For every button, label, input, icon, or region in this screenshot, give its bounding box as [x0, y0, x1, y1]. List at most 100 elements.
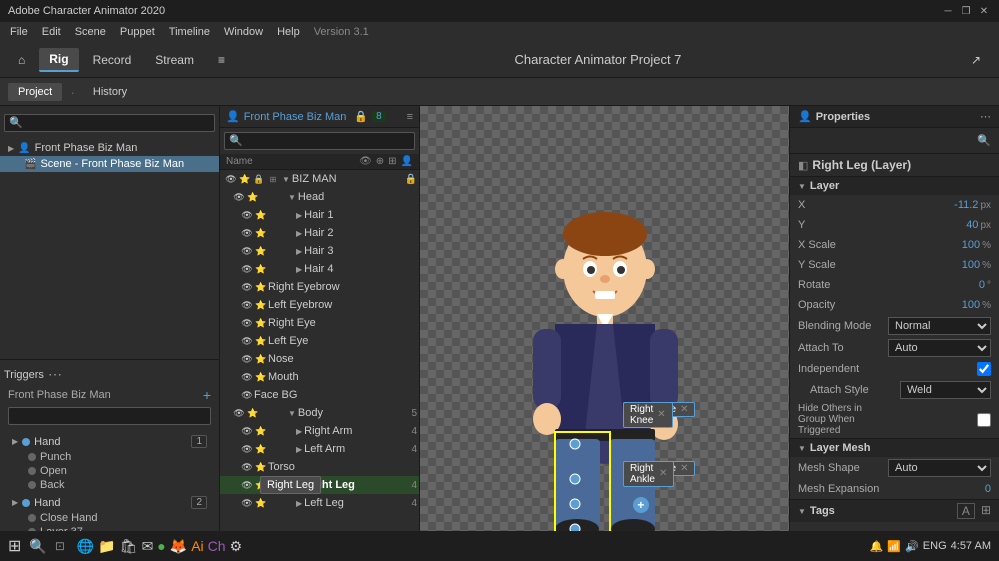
restore-button[interactable]: ❐: [959, 4, 973, 18]
toolbar-menu[interactable]: ≡: [208, 49, 235, 71]
badge-right-knee-close[interactable]: ✕: [657, 409, 665, 420]
taskbar-firefox[interactable]: 🦊: [170, 538, 187, 555]
layers-icon-person[interactable]: 👤: [401, 156, 413, 167]
trigger-group-hand2-header[interactable]: ▶ Hand 2: [8, 494, 211, 511]
rig-tab[interactable]: Rig: [39, 48, 78, 72]
layer-section-header[interactable]: ▼ Layer: [790, 177, 999, 195]
eye-head[interactable]: 👁: [232, 190, 246, 204]
puppet-name[interactable]: Front Phase Biz Man: [244, 111, 347, 123]
triggers-header[interactable]: Triggers ⋯: [4, 364, 215, 385]
layer-right-leg[interactable]: 👁 ⭐ 🔒 ▶ Right Leg 4 Right Leg: [220, 476, 419, 494]
tags-icon-face[interactable]: ⊞: [981, 503, 991, 519]
taskbar-store[interactable]: 🛍: [120, 538, 138, 555]
value-mesh-expansion[interactable]: 0: [888, 483, 991, 495]
eye-hair1[interactable]: 👁: [240, 208, 254, 222]
eye-hair4[interactable]: 👁: [240, 262, 254, 276]
trigger-open[interactable]: Open: [8, 464, 211, 478]
layer-hair2[interactable]: 👁 ⭐ ▶ Hair 2: [220, 224, 419, 242]
menu-help[interactable]: Help: [271, 24, 306, 40]
layer-right-eyebrow[interactable]: 👁 ⭐ Right Eyebrow: [220, 278, 419, 296]
home-button[interactable]: ⌂: [8, 49, 35, 71]
tags-icon-a[interactable]: A: [957, 503, 975, 519]
taskbar-edge[interactable]: 🌐: [77, 538, 94, 555]
arrow-body[interactable]: ▼: [288, 409, 296, 418]
taskbar-search[interactable]: 🔍: [29, 538, 46, 555]
minimize-button[interactable]: ─: [941, 4, 955, 18]
taskbar-chrome[interactable]: ●: [157, 538, 165, 554]
tab-project[interactable]: Project: [8, 83, 62, 101]
layers-search-input[interactable]: [224, 132, 415, 150]
tray-notifications[interactable]: 🔔: [870, 540, 884, 553]
puppet-menu-icon[interactable]: ≡: [407, 111, 413, 123]
layer-mouth[interactable]: 👁 ⭐ Mouth: [220, 368, 419, 386]
taskbar-settings[interactable]: ⚙: [230, 538, 243, 555]
tags-section-header[interactable]: ▼ Tags A ⊞: [790, 500, 999, 522]
trigger-punch[interactable]: Punch: [8, 450, 211, 464]
attach-style-dropdown[interactable]: Weld: [900, 381, 991, 399]
eye-biz[interactable]: 👁: [224, 172, 238, 186]
mesh-biz[interactable]: ⊞: [266, 172, 280, 186]
layer-search-icon[interactable]: 🔍: [977, 134, 991, 147]
eye-nose[interactable]: 👁: [240, 352, 254, 366]
value-rotate[interactable]: 0: [888, 279, 985, 291]
triggers-search-input[interactable]: [8, 407, 211, 425]
trigger-back[interactable]: Back: [8, 478, 211, 492]
canvas-area[interactable]: Draggable ✕ Right Knee ✕ Draggable ✕ Rig…: [420, 106, 789, 561]
layer-hair3[interactable]: 👁 ⭐ ▶ Hair 3: [220, 242, 419, 260]
eye-right-arm[interactable]: 👁: [240, 424, 254, 438]
taskbar-mail[interactable]: ✉: [142, 538, 154, 555]
value-y[interactable]: 40: [888, 219, 978, 231]
eye-right-eye[interactable]: 👁: [240, 316, 254, 330]
badge-right-ankle[interactable]: Right Ankle ✕: [623, 461, 674, 487]
tab-history[interactable]: History: [83, 83, 137, 101]
project-search-input[interactable]: [4, 114, 215, 132]
layer-hair1[interactable]: 👁 ⭐ ▶ Hair 1: [220, 206, 419, 224]
mesh-shape-dropdown[interactable]: Auto: [888, 459, 991, 477]
trigger-group-hand1-header[interactable]: ▶ Hand 1: [8, 433, 211, 450]
taskbar-start[interactable]: ⊞: [8, 536, 21, 556]
attach-to-dropdown[interactable]: Auto: [888, 339, 991, 357]
arrow-head[interactable]: ▼: [288, 193, 296, 202]
layer-left-eye[interactable]: 👁 ⭐ Left Eye: [220, 332, 419, 350]
layer-mesh-header[interactable]: ▼ Layer Mesh: [790, 439, 999, 457]
props-menu-button[interactable]: ⋯: [980, 110, 991, 123]
layers-icon-grid[interactable]: ⊞: [388, 156, 396, 167]
eye-left-eyebrow[interactable]: 👁: [240, 298, 254, 312]
eye-body[interactable]: 👁: [232, 406, 246, 420]
layer-left-leg[interactable]: 👁 ⭐ ▶ Left Leg 4: [220, 494, 419, 512]
tray-volume[interactable]: 🔊: [905, 540, 919, 553]
badge-draggable-2-close[interactable]: ✕: [680, 463, 688, 474]
layer-body[interactable]: 👁 ⭐ ▼ Body 5: [220, 404, 419, 422]
lock-right-leg[interactable]: 🔒: [268, 478, 282, 492]
menu-puppet[interactable]: Puppet: [114, 24, 161, 40]
triggers-add-button[interactable]: +: [203, 387, 211, 403]
hide-others-checkbox[interactable]: [977, 413, 991, 427]
eye-left-arm[interactable]: 👁: [240, 442, 254, 456]
attach-style-select[interactable]: Weld: [900, 381, 991, 399]
lock-biz[interactable]: 🔒: [252, 172, 266, 186]
eye-left-leg[interactable]: 👁: [240, 496, 254, 510]
eye-hair3[interactable]: 👁: [240, 244, 254, 258]
layer-face-bg[interactable]: 👁 Face BG: [220, 386, 419, 404]
tray-network[interactable]: 📶: [887, 540, 901, 553]
eye-hair2[interactable]: 👁: [240, 226, 254, 240]
trigger-close-hand[interactable]: Close Hand: [8, 511, 211, 525]
layer-right-eye[interactable]: 👁 ⭐ Right Eye: [220, 314, 419, 332]
layer-right-arm[interactable]: 👁 ⭐ ▶ Right Arm 4: [220, 422, 419, 440]
value-x[interactable]: -11.2: [888, 199, 978, 211]
value-x-scale[interactable]: 100: [888, 239, 980, 251]
menu-file[interactable]: File: [4, 24, 34, 40]
menu-edit[interactable]: Edit: [36, 24, 67, 40]
tree-item-bizman[interactable]: ▶ 👤 Front Phase Biz Man: [0, 140, 219, 156]
mesh-shape-select[interactable]: Auto: [888, 459, 991, 477]
eye-right-eyebrow[interactable]: 👁: [240, 280, 254, 294]
menu-scene[interactable]: Scene: [69, 24, 112, 40]
attach-to-select[interactable]: Auto: [888, 339, 991, 357]
eye-left-eye[interactable]: 👁: [240, 334, 254, 348]
layer-torso[interactable]: 👁 ⭐ Torso: [220, 458, 419, 476]
menu-timeline[interactable]: Timeline: [163, 24, 216, 40]
layer-hair4[interactable]: 👁 ⭐ ▶ Hair 4: [220, 260, 419, 278]
layer-left-arm[interactable]: 👁 ⭐ ▶ Left Arm 4: [220, 440, 419, 458]
eye-torso[interactable]: 👁: [240, 460, 254, 474]
badge-right-ankle-close[interactable]: ✕: [659, 468, 667, 479]
